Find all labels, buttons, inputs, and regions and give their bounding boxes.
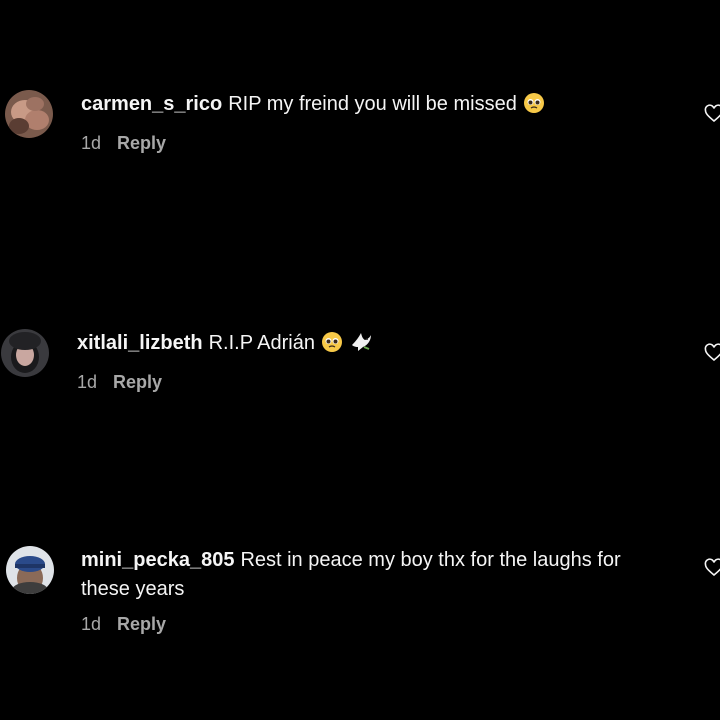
comment-username[interactable]: carmen_s_rico bbox=[81, 93, 222, 115]
comment-meta: 1d Reply bbox=[81, 614, 660, 635]
avatar[interactable] bbox=[5, 90, 53, 138]
comment-text: R.I.P Adrián bbox=[208, 332, 315, 354]
comment-username[interactable]: xitlali_lizbeth bbox=[77, 332, 203, 354]
heart-outline-icon[interactable] bbox=[704, 558, 720, 578]
reply-button[interactable]: Reply bbox=[113, 372, 162, 392]
comment-meta: 1d Reply bbox=[81, 133, 660, 154]
heart-outline-icon[interactable] bbox=[704, 104, 720, 124]
comment-username[interactable]: mini_pecka_805 bbox=[81, 549, 234, 571]
avatar[interactable] bbox=[1, 329, 49, 377]
reply-button[interactable]: Reply bbox=[117, 133, 166, 153]
dove-emoji-icon bbox=[349, 331, 373, 362]
reply-button[interactable]: Reply bbox=[117, 614, 166, 634]
avatar[interactable] bbox=[6, 546, 54, 594]
comment-text: RIP my freind you will be missed bbox=[228, 93, 517, 115]
pleading-face-emoji-icon bbox=[523, 92, 545, 123]
heart-outline-icon[interactable] bbox=[704, 343, 720, 363]
comment-timestamp: 1d bbox=[81, 614, 102, 634]
pleading-face-emoji-icon bbox=[321, 331, 343, 362]
comment-meta: 1d Reply bbox=[77, 372, 660, 393]
comment-timestamp: 1d bbox=[81, 133, 102, 153]
comment-timestamp: 1d bbox=[77, 372, 98, 392]
